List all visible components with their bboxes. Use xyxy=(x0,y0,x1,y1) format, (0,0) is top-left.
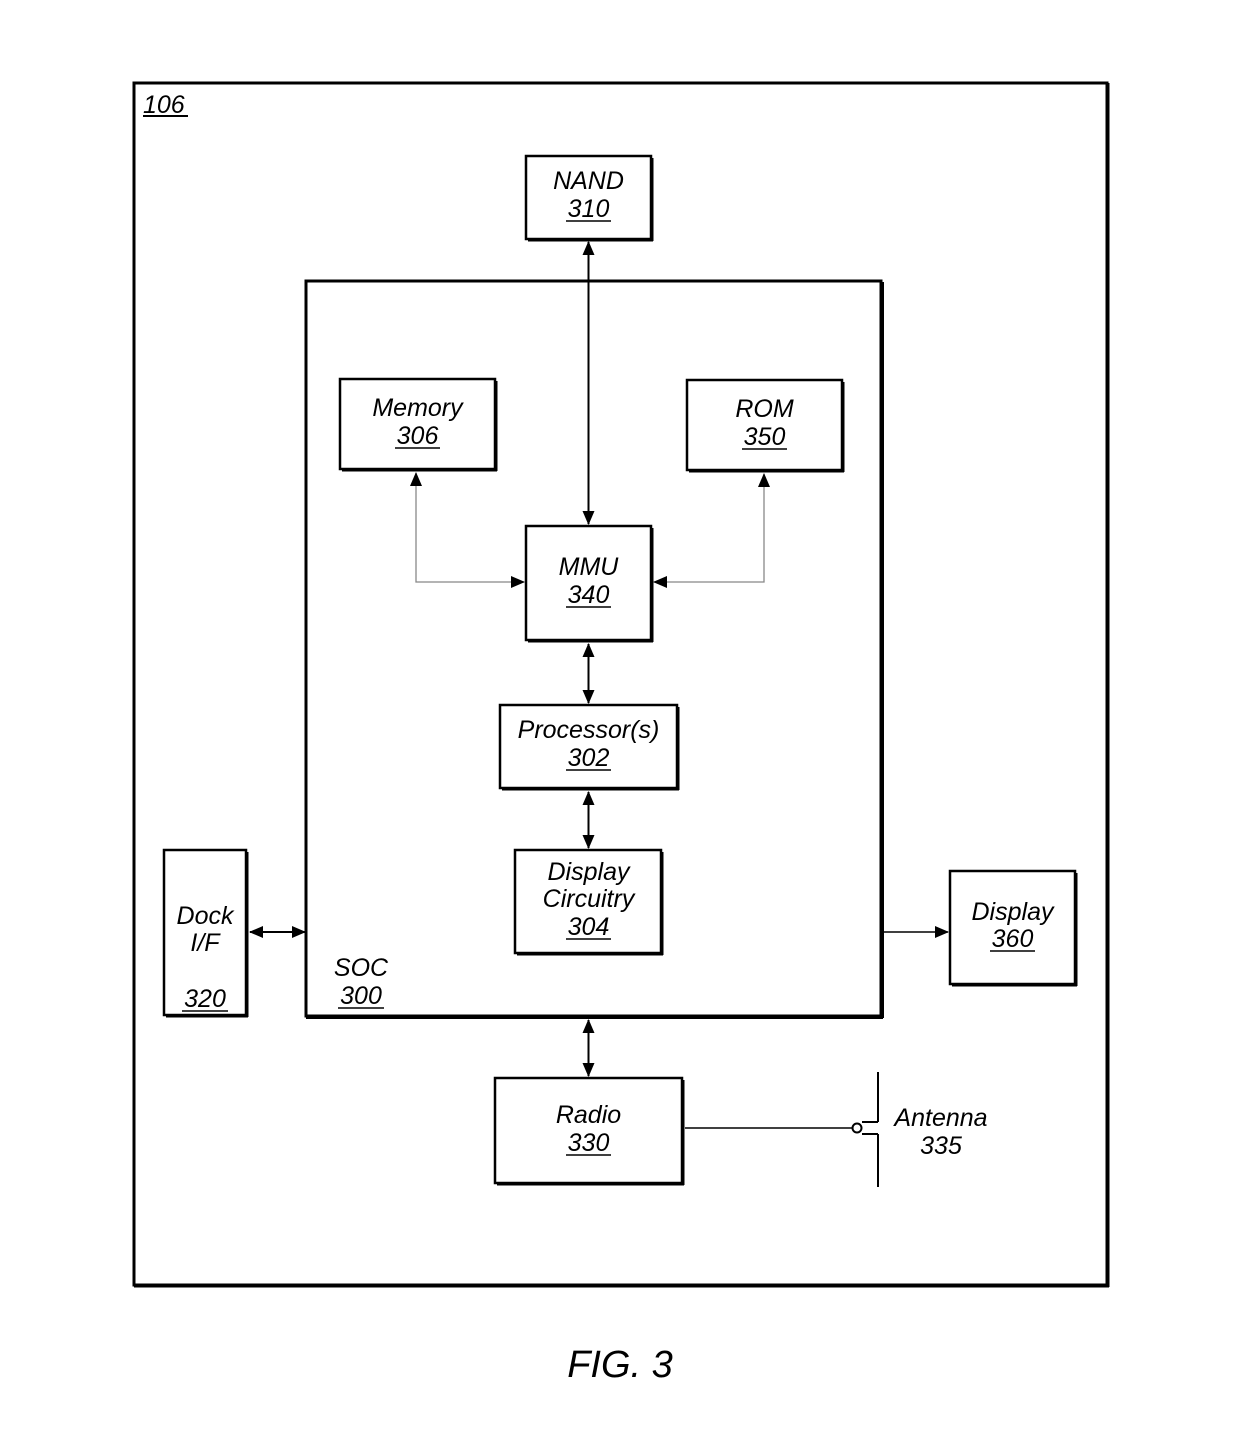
radio-block: Radio 330 xyxy=(493,1076,685,1186)
antenna-ref: 335 xyxy=(920,1132,962,1160)
block-diagram: 106 NAND 310 SOC 300 Memory 306 ROM 350 xyxy=(132,81,1110,1386)
display-circuitry-label-line2: Circuitry xyxy=(543,885,636,913)
memory-block: Memory 306 xyxy=(338,377,498,472)
nand-ref: 310 xyxy=(568,195,610,223)
rom-label: ROM xyxy=(735,395,794,423)
memory-mmu-connector xyxy=(410,472,525,588)
nand-block: NAND 310 xyxy=(524,154,654,242)
mmu-label: MMU xyxy=(559,553,620,581)
antenna-label: Antenna xyxy=(892,1104,987,1132)
display-block: Display 360 xyxy=(948,869,1078,987)
dock-label-line1: Dock xyxy=(177,902,235,930)
mmu-ref: 340 xyxy=(568,581,610,609)
processor-ref: 302 xyxy=(568,744,610,772)
soc-label: SOC xyxy=(334,954,389,982)
soc-ref: 300 xyxy=(340,982,382,1010)
rom-mmu-connector xyxy=(653,473,770,588)
display-circuitry-block: Display Circuitry 304 xyxy=(513,848,664,956)
figure-caption: FIG. 3 xyxy=(567,1344,673,1386)
display-label: Display xyxy=(972,898,1055,926)
rom-ref: 350 xyxy=(744,423,786,451)
display-circuitry-label-line1: Display xyxy=(548,858,631,886)
dock-ref: 320 xyxy=(184,985,226,1013)
dock-if-block: Dock I/F 320 xyxy=(162,848,249,1018)
radio-label: Radio xyxy=(556,1101,621,1129)
display-ref: 360 xyxy=(992,925,1034,953)
display-circuitry-ref: 304 xyxy=(568,913,610,941)
dock-label-line2: I/F xyxy=(190,929,221,957)
processor-label: Processor(s) xyxy=(518,716,660,744)
processor-block: Processor(s) 302 xyxy=(498,703,680,791)
memory-ref: 306 xyxy=(397,422,439,450)
mmu-block: MMU 340 xyxy=(524,524,654,643)
antenna-symbol xyxy=(851,1072,879,1187)
device-ref-label: 106 xyxy=(143,91,185,119)
radio-ref: 330 xyxy=(568,1129,610,1157)
rom-block: ROM 350 xyxy=(685,378,845,473)
nand-label: NAND xyxy=(553,167,624,195)
memory-label: Memory xyxy=(372,394,464,422)
